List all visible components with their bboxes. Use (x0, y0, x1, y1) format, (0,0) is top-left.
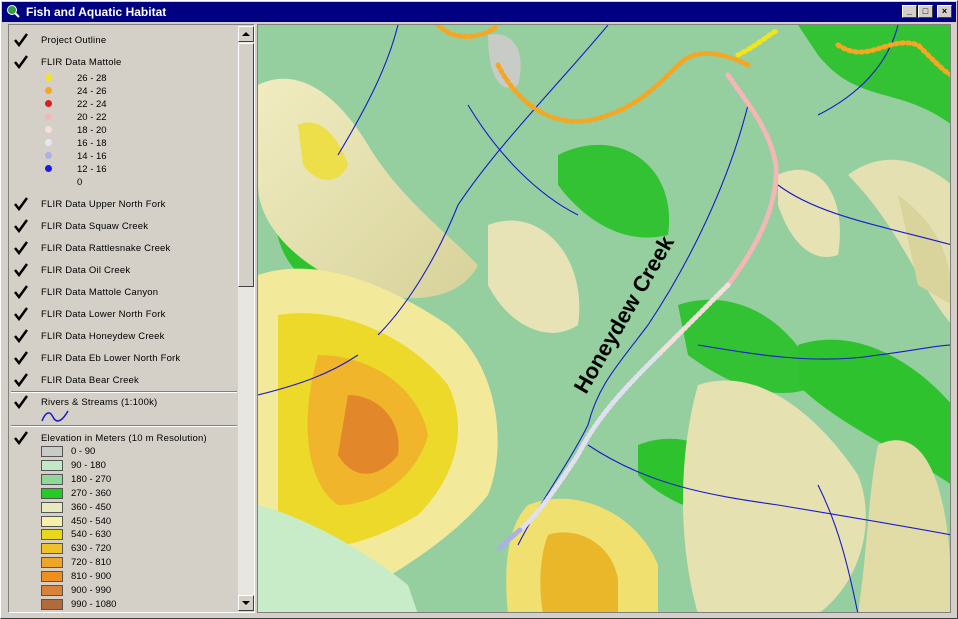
globe-search-icon (7, 5, 20, 18)
close-icon: × (941, 6, 948, 16)
divider (11, 425, 237, 427)
checkmark-icon[interactable] (14, 395, 28, 409)
legend-label: 0 (77, 177, 83, 188)
legend-label: 20 - 22 (77, 112, 107, 123)
checkmark-icon[interactable] (14, 373, 28, 387)
legend-dot-icon (45, 74, 52, 81)
legend-swatch-icon (41, 487, 63, 499)
layer-label: FLIR Data Rattlesnake Creek (41, 243, 171, 254)
layer-label: FLIR Data Upper North Fork (41, 199, 166, 210)
checkmark-icon[interactable] (14, 307, 28, 321)
minimize-icon: _ (906, 6, 912, 16)
legend-label: 900 - 990 (71, 585, 112, 596)
legend-dot-icon (45, 165, 52, 172)
close-button[interactable]: × (937, 5, 952, 18)
legend-dot-icon (45, 152, 52, 159)
arrow-up-icon (242, 32, 250, 36)
legend-label: 22 - 24 (77, 99, 107, 110)
maximize-button[interactable]: □ (918, 5, 933, 18)
legend-swatch-icon (41, 529, 63, 541)
legend-dot-icon (45, 139, 52, 146)
checkmark-icon[interactable] (14, 351, 28, 365)
legend-label: 630 - 720 (71, 543, 112, 555)
legend-label: 990 - 1080 (71, 598, 117, 610)
maximize-icon: □ (922, 6, 929, 16)
legend-label: 450 - 540 (71, 515, 112, 527)
layer-label: FLIR Data Oil Creek (41, 265, 131, 276)
legend-label: 180 - 270 (71, 473, 112, 485)
legend-label: 26 - 28 (77, 73, 107, 84)
river-line-symbol-icon (41, 410, 69, 422)
legend-swatch-icon (41, 501, 63, 513)
toc-scrollbar[interactable] (238, 26, 254, 611)
checkmark-icon[interactable] (14, 241, 28, 255)
checkmark-icon[interactable] (14, 197, 28, 211)
checkmark-icon[interactable] (14, 329, 28, 343)
app-window: Fish and Aquatic Habitat _ □ × Project O… (0, 0, 958, 619)
checkmark-icon[interactable] (14, 219, 28, 233)
legend-label: 360 - 450 (71, 501, 112, 513)
scroll-thumb[interactable] (238, 43, 254, 287)
legend-label: 14 - 16 (77, 151, 107, 162)
legend-swatch-icon (41, 446, 63, 457)
divider (11, 391, 237, 393)
legend-swatch-icon (41, 571, 63, 583)
layer-label: FLIR Data Honeydew Creek (41, 331, 165, 342)
map-view[interactable]: Honeydew Creek (257, 24, 951, 613)
legend-swatch-icon (41, 473, 63, 485)
terrain-map[interactable]: Honeydew Creek (258, 25, 951, 613)
legend-label: 24 - 26 (77, 86, 107, 97)
checkmark-icon[interactable] (14, 431, 28, 445)
legend-label: 18 - 20 (77, 125, 107, 136)
layer-label: Project Outline (41, 35, 107, 46)
checkmark-icon[interactable] (14, 55, 28, 69)
legend-dot-icon (45, 113, 52, 120)
checkmark-icon[interactable] (14, 285, 28, 299)
checkmark-icon[interactable] (14, 263, 28, 277)
legend-label: 540 - 630 (71, 529, 112, 541)
legend-label: 90 - 180 (71, 459, 106, 471)
legend-label: 16 - 18 (77, 138, 107, 149)
scroll-down-button[interactable] (238, 595, 254, 611)
layer-label: Rivers & Streams (1:100k) (41, 397, 158, 408)
layer-label: FLIR Data Squaw Creek (41, 221, 149, 232)
checkmark-icon[interactable] (14, 33, 28, 47)
legend-swatch-icon (41, 515, 63, 527)
minimize-button[interactable]: _ (902, 5, 917, 18)
window-title: Fish and Aquatic Habitat (26, 5, 167, 19)
legend-swatch-icon (41, 557, 63, 569)
legend-dot-icon (45, 126, 52, 133)
scroll-up-button[interactable] (238, 26, 254, 42)
layer-label: Elevation in Meters (10 m Resolution) (41, 433, 207, 444)
layer-label: FLIR Data Bear Creek (41, 375, 139, 386)
legend-dot-icon (45, 100, 52, 107)
legend-label: 720 - 810 (71, 557, 112, 569)
title-bar[interactable]: Fish and Aquatic Habitat _ □ × (2, 2, 956, 22)
table-of-contents: Project Outline FLIR Data Mattole 26 - 2… (8, 24, 255, 613)
layer-label: FLIR Data Mattole Canyon (41, 287, 159, 298)
legend-label: 0 - 90 (71, 446, 96, 457)
legend-swatch-icon (41, 598, 63, 610)
legend-swatch-icon (41, 543, 63, 555)
layer-label: FLIR Data Eb Lower North Fork (41, 353, 181, 364)
legend-label: 12 - 16 (77, 164, 107, 175)
legend-dot-icon (45, 87, 52, 94)
layer-list: Project Outline FLIR Data Mattole 26 - 2… (11, 27, 237, 610)
arrow-down-icon (242, 601, 250, 605)
legend-swatch-icon (41, 459, 63, 471)
legend-label: 270 - 360 (71, 487, 112, 499)
legend-swatch-icon (41, 585, 63, 596)
legend-label: 810 - 900 (71, 571, 112, 583)
layer-label: FLIR Data Lower North Fork (41, 309, 166, 320)
layer-label: FLIR Data Mattole (41, 57, 122, 68)
